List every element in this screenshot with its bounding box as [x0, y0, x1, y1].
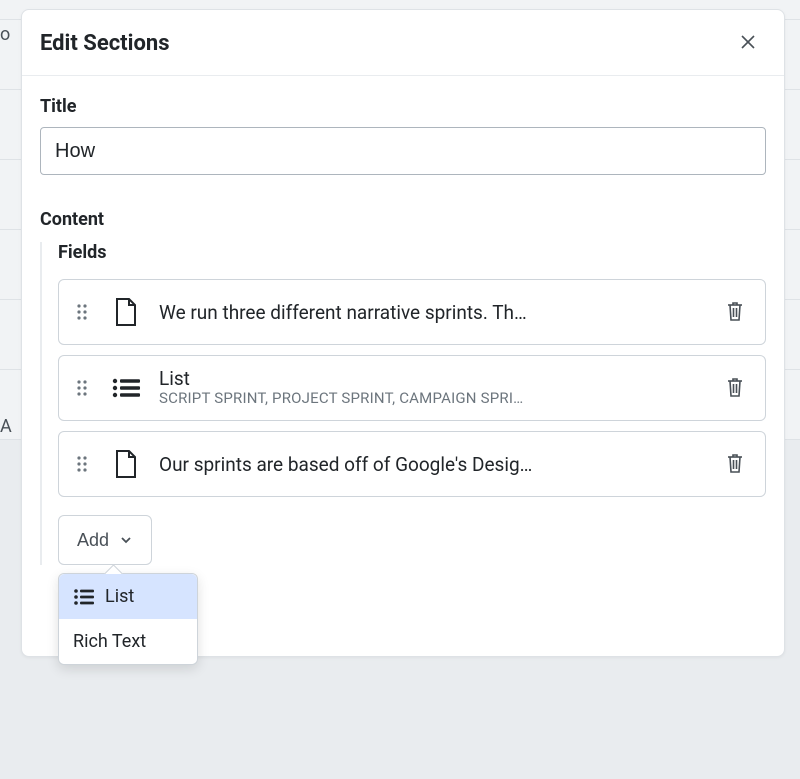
chevron-down-icon	[119, 533, 133, 547]
field-subtitle: SCRIPT SPRINT, PROJECT SPRINT, CAMPAIGN …	[159, 389, 721, 407]
fields-block: Fields We run three different narrative …	[40, 242, 766, 565]
fields-label: Fields	[58, 242, 766, 263]
drag-handle-icon[interactable]	[71, 301, 93, 323]
list-icon	[73, 588, 95, 606]
drag-handle-icon[interactable]	[71, 377, 93, 399]
edit-sections-modal: Edit Sections Title Content Fields We ru…	[21, 9, 785, 657]
modal-title: Edit Sections	[40, 31, 170, 56]
list-icon	[109, 376, 143, 400]
delete-button[interactable]	[721, 372, 749, 405]
field-title: List	[159, 369, 721, 390]
content-label: Content	[40, 209, 766, 230]
dropdown-item-richtext[interactable]: Rich Text	[59, 619, 197, 664]
close-button[interactable]	[734, 28, 762, 59]
field-row[interactable]: List SCRIPT SPRINT, PROJECT SPRINT, CAMP…	[58, 355, 766, 421]
add-dropdown: List Rich Text	[58, 573, 198, 665]
add-button[interactable]: Add	[58, 515, 152, 565]
delete-button[interactable]	[721, 296, 749, 329]
title-label: Title	[40, 96, 766, 117]
field-row[interactable]: Our sprints are based off of Google's De…	[58, 431, 766, 497]
dropdown-item-list[interactable]: List	[59, 574, 197, 619]
document-icon	[109, 297, 143, 327]
add-button-label: Add	[77, 530, 109, 551]
trash-icon	[725, 376, 745, 398]
bg-text-fragment: A	[0, 416, 12, 437]
dropdown-item-label: Rich Text	[73, 631, 146, 652]
modal-body: Title Content Fields We run three differ…	[22, 76, 784, 589]
dropdown-item-label: List	[105, 586, 134, 607]
drag-handle-icon[interactable]	[71, 453, 93, 475]
close-icon	[738, 32, 758, 52]
field-text: We run three different narrative sprints…	[159, 301, 721, 324]
document-icon	[109, 449, 143, 479]
trash-icon	[725, 452, 745, 474]
trash-icon	[725, 300, 745, 322]
bg-text-fragment: o	[0, 24, 10, 45]
title-input[interactable]	[40, 127, 766, 175]
field-row[interactable]: We run three different narrative sprints…	[58, 279, 766, 345]
field-text: Our sprints are based off of Google's De…	[159, 453, 721, 476]
delete-button[interactable]	[721, 448, 749, 481]
modal-header: Edit Sections	[22, 10, 784, 76]
